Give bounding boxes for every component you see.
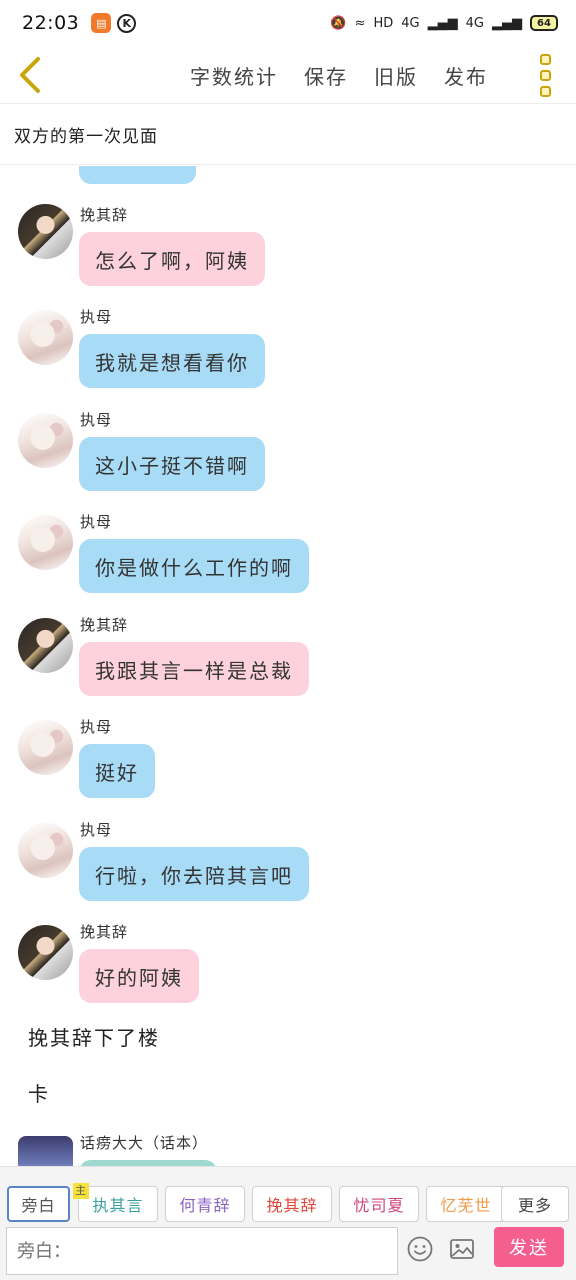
signal-1-label: 4G <box>401 15 420 31</box>
smiley-icon <box>407 1236 433 1262</box>
message-sender: 挽其辞 <box>80 923 129 941</box>
tab-character-1[interactable]: 主 执其言 <box>73 1183 158 1222</box>
chat-list[interactable]: 挽其辞 怎么了啊，阿姨 执母 我就是想看看你 执母 这小子挺不错啊 执母 你是做… <box>0 166 576 1166</box>
tab-character-2[interactable]: 何青辞 <box>165 1186 245 1222</box>
message-sender: 挽其辞 <box>80 206 129 224</box>
signal-icon-2: ▂▄▆ <box>492 15 522 31</box>
avatar-zhimu[interactable] <box>18 823 73 878</box>
avatar-zhimu[interactable] <box>18 413 73 468</box>
message-sender: 话痨大大（话本） <box>80 1134 209 1152</box>
publish-button[interactable]: 发布 <box>444 61 488 90</box>
status-time: 22:03 <box>22 12 80 34</box>
main-role-badge: 主 <box>73 1183 89 1199</box>
message-sender: 执母 <box>80 821 113 839</box>
more-dot-icon <box>539 53 551 65</box>
tab-character-4[interactable]: 忧司夏 <box>339 1186 419 1222</box>
narration-line[interactable]: 卡 <box>28 1078 50 1107</box>
mute-icon: 🔕 <box>330 15 347 31</box>
message-bubble[interactable]: 我跟其言一样是总裁 <box>79 642 309 696</box>
toolbar: 字数统计 保存 旧版 发布 <box>0 46 576 104</box>
more-dot-icon <box>539 85 551 97</box>
word-count-button[interactable]: 字数统计 <box>190 61 278 90</box>
message-sender: 执母 <box>80 718 113 736</box>
toolbar-actions: 字数统计 保存 旧版 发布 <box>190 46 488 104</box>
send-button[interactable]: 发送 <box>494 1227 564 1267</box>
input-row: 发送 <box>6 1227 576 1275</box>
network-label: HD <box>373 15 394 31</box>
app-notification-icon: ▤ <box>91 13 112 33</box>
tab-narration[interactable]: 旁白 <box>7 1186 70 1222</box>
avatar-zhimu[interactable] <box>18 310 73 365</box>
image-icon <box>450 1239 474 1259</box>
message-bubble[interactable]: 这小子挺不错啊 <box>79 437 265 491</box>
message-sender: 挽其辞 <box>80 616 129 634</box>
more-characters-button[interactable]: 更多 <box>501 1186 569 1222</box>
tab-character-3[interactable]: 挽其辞 <box>252 1186 332 1222</box>
avatar-wanqici[interactable] <box>18 204 73 259</box>
signal-icon-1: ▂▄▆ <box>427 15 458 31</box>
character-tabs: 旁白 主 执其言 何青辞 挽其辞 忧司夏 忆芜世 更多 <box>7 1183 573 1222</box>
avatar-narrator[interactable] <box>18 1136 73 1166</box>
message-bubble[interactable]: 我就是想看看你 <box>79 334 265 388</box>
tab-label: 执其言 <box>92 1196 144 1215</box>
save-button[interactable]: 保存 <box>304 61 348 90</box>
more-menu-button[interactable] <box>532 52 558 98</box>
wifi-icon: ≈ <box>354 15 366 31</box>
message-bubble[interactable]: 怎么了啊，阿姨 <box>79 232 265 286</box>
back-button[interactable] <box>10 52 50 98</box>
status-bar: 22:03 ▤ K 🔕 ≈ HD 4G ▂▄▆ 4G ▂▄▆ 64 <box>0 0 576 46</box>
avatar-zhimu[interactable] <box>18 515 73 570</box>
message-bubble[interactable]: 行啦，你去陪其言吧 <box>79 847 309 901</box>
message-sender: 执母 <box>80 308 113 326</box>
chevron-left-icon <box>20 57 40 93</box>
narration-line[interactable]: 挽其辞下了楼 <box>28 1022 160 1051</box>
page-title[interactable]: 双方的第一次见面 <box>14 122 158 147</box>
avatar-zhimu[interactable] <box>18 720 73 775</box>
battery-icon: 64 <box>530 15 558 31</box>
tab-character-5[interactable]: 忆芜世 <box>426 1186 506 1222</box>
old-version-button[interactable]: 旧版 <box>374 61 418 90</box>
composer-panel: 旁白 主 执其言 何青辞 挽其辞 忧司夏 忆芜世 更多 发送 <box>0 1166 576 1280</box>
k-notification-icon: K <box>117 13 137 33</box>
avatar-wanqici[interactable] <box>18 618 73 673</box>
message-bubble[interactable]: 好的阿姨 <box>79 949 199 1003</box>
emoji-button[interactable] <box>406 1235 434 1263</box>
more-dot-icon <box>539 69 551 81</box>
title-bar: 双方的第一次见面 <box>0 105 576 165</box>
message-bubble[interactable]: 挺好 <box>79 744 155 798</box>
message-sender: 执母 <box>80 513 113 531</box>
message-input[interactable] <box>6 1227 398 1275</box>
image-button[interactable] <box>448 1235 476 1263</box>
message-sender: 执母 <box>80 411 113 429</box>
avatar-wanqici[interactable] <box>18 925 73 980</box>
message-bubble-partial <box>79 166 196 184</box>
status-right: 🔕 ≈ HD 4G ▂▄▆ 4G ▂▄▆ 64 <box>330 15 558 31</box>
signal-2-label: 4G <box>465 15 484 31</box>
message-bubble[interactable]: 你是做什么工作的啊 <box>79 539 309 593</box>
